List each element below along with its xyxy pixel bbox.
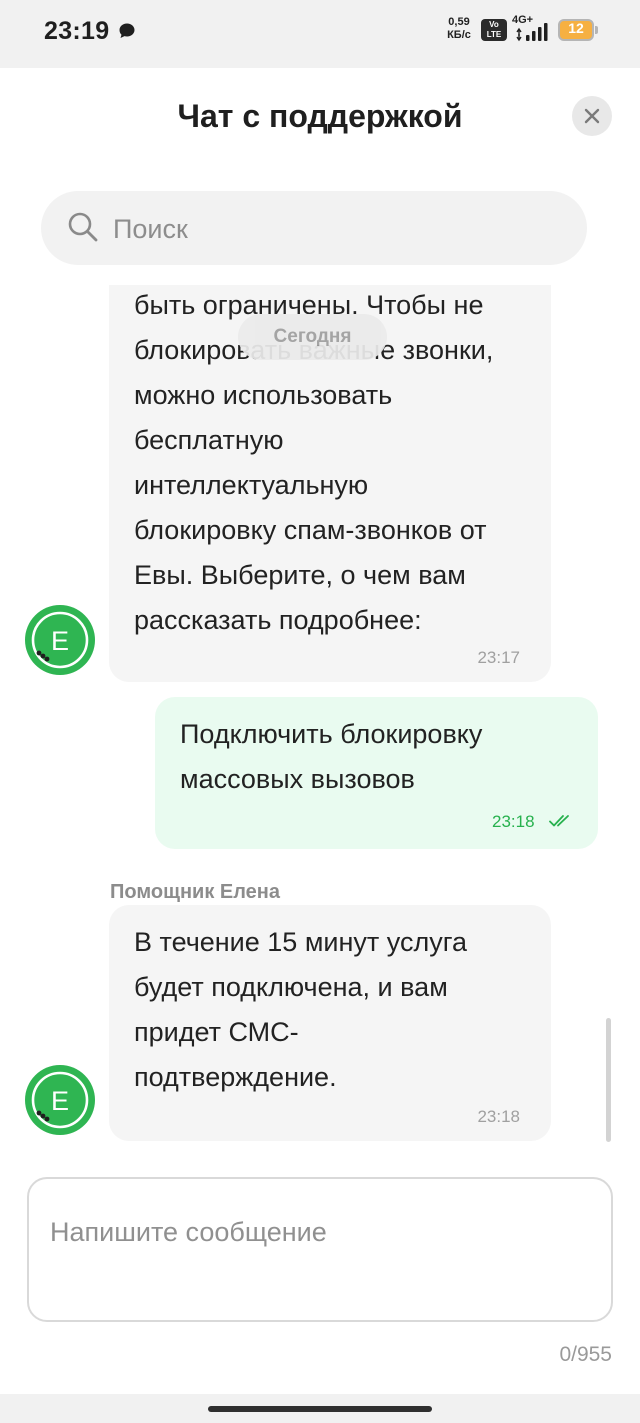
search-box[interactable] xyxy=(41,191,587,265)
avatar-letter: E xyxy=(51,626,69,656)
search-input[interactable] xyxy=(113,213,553,245)
assistant-avatar: E xyxy=(25,1065,95,1135)
message-line: массовых вызовов xyxy=(180,764,415,794)
message-bubble-incoming: В течение 15 минут услуга будет подключе… xyxy=(109,905,551,1141)
message-line: Подключить блокировку xyxy=(180,719,483,749)
double-check-icon xyxy=(549,815,569,827)
message-line: блокировку спам-звонков от xyxy=(134,515,487,545)
battery-level: 12 xyxy=(568,20,584,36)
message-line: рассказать подробнее: xyxy=(134,605,422,635)
speed-unit: КБ/с xyxy=(447,29,471,41)
date-separator: Сегодня xyxy=(238,314,387,360)
message-line: можно использовать xyxy=(134,380,393,410)
speed-value: 0,59 xyxy=(448,16,470,28)
message-line: Евы. Выберите, о чем вам xyxy=(134,560,466,590)
chat-scrollbar[interactable] xyxy=(606,1018,611,1142)
volte-line1: Vo xyxy=(489,20,499,29)
message-composer[interactable] xyxy=(27,1177,613,1322)
sender-name: Помощник Елена xyxy=(110,881,280,903)
message-time: 23:18 xyxy=(492,812,535,831)
signal-icon xyxy=(516,23,548,42)
message-line: бесплатную xyxy=(134,425,284,455)
network-speed: 0,59 КБ/с xyxy=(442,16,476,42)
chat-messages[interactable]: быть ограничены. Чтобы не блокировать ва… xyxy=(0,285,640,1145)
volte-badge: Vo LTE xyxy=(481,19,507,41)
message-text: В течение 15 минут услуга будет подключе… xyxy=(134,920,467,1100)
battery-icon: 12 xyxy=(558,19,598,41)
message-bubble-outgoing: Подключить блокировку массовых вызовов 2… xyxy=(155,697,598,849)
character-counter: 0/955 xyxy=(559,1343,612,1366)
message-line: интеллектуальную xyxy=(134,470,369,500)
message-line: В течение 15 минут услуга xyxy=(134,927,467,957)
message-input[interactable] xyxy=(50,1217,590,1297)
avatar-letter: E xyxy=(51,1086,69,1116)
message-time: 23:17 xyxy=(477,648,520,667)
volte-line2: LTE xyxy=(486,30,502,39)
home-indicator[interactable] xyxy=(208,1406,432,1412)
status-time: 23:19 xyxy=(44,17,110,45)
message-text: Подключить блокировку массовых вызовов xyxy=(180,712,482,802)
search-icon xyxy=(68,212,98,242)
message-icon xyxy=(119,23,135,38)
status-bar: 23:19 0,59 КБ/с Vo LTE 4G+ 12 xyxy=(0,0,640,68)
navigation-bar xyxy=(0,1394,640,1423)
close-icon xyxy=(584,108,600,124)
assistant-avatar: E xyxy=(25,605,95,675)
message-line: придет СМС- xyxy=(134,1017,299,1047)
close-button[interactable] xyxy=(572,96,612,136)
message-line: подтверждение. xyxy=(134,1062,337,1092)
message-time: 23:18 xyxy=(477,1107,520,1126)
page-title: Чат с поддержкой xyxy=(177,98,463,134)
message-line: будет подключена, и вам xyxy=(134,972,448,1002)
